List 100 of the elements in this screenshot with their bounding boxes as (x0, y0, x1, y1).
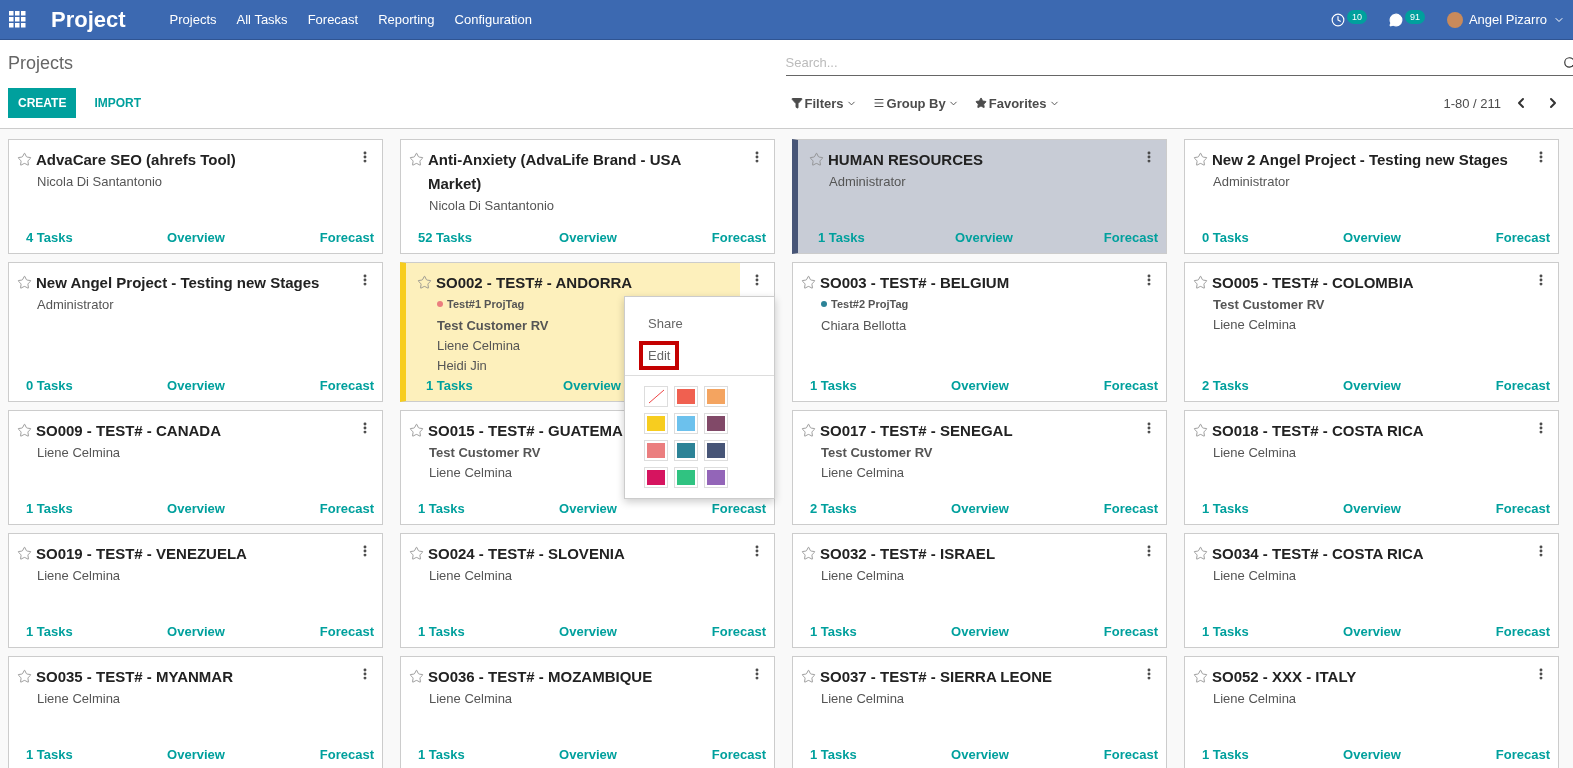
search-option-button[interactable]: Filters (786, 95, 861, 111)
search-field[interactable]: Search... (785, 55, 1563, 70)
color-swatch[interactable] (644, 413, 668, 434)
card-link[interactable]: Forecast (711, 747, 766, 762)
card-link[interactable]: 0 Tasks (1202, 230, 1249, 245)
star-icon[interactable] (801, 423, 816, 438)
card-link[interactable]: Overview (951, 624, 1009, 639)
card-link[interactable]: Forecast (1103, 624, 1158, 639)
star-icon[interactable] (409, 669, 424, 684)
card-link[interactable]: 2 Tasks (810, 501, 857, 516)
color-swatch[interactable] (674, 413, 698, 434)
search-option-button[interactable]: Group By (868, 95, 963, 111)
card-link[interactable]: 1 Tasks (418, 747, 465, 762)
card-link[interactable]: Forecast (1495, 230, 1550, 245)
color-swatch[interactable] (674, 440, 698, 461)
color-swatch[interactable] (704, 413, 728, 434)
card-link[interactable]: 1 Tasks (1202, 747, 1249, 762)
star-icon[interactable] (417, 275, 432, 290)
card-link[interactable]: 1 Tasks (818, 230, 865, 245)
star-icon[interactable] (17, 669, 32, 684)
card-link[interactable]: 1 Tasks (810, 624, 857, 639)
import-button[interactable]: IMPORT (84, 88, 152, 118)
card-link[interactable]: Forecast (319, 501, 374, 516)
card-link[interactable]: Overview (167, 378, 225, 393)
user-avatar[interactable] (1446, 11, 1463, 28)
star-icon[interactable] (409, 546, 424, 561)
nav-menu-item[interactable]: Reporting (378, 12, 435, 27)
star-icon[interactable] (1193, 152, 1208, 167)
card-link[interactable]: Overview (563, 378, 621, 393)
card-link[interactable]: 1 Tasks (418, 624, 465, 639)
card-link[interactable]: Overview (951, 501, 1009, 516)
card-link[interactable]: Overview (167, 624, 225, 639)
card-link[interactable]: Overview (951, 378, 1009, 393)
card-link[interactable]: Forecast (1103, 747, 1158, 762)
search-option-button[interactable]: Favorites (970, 95, 1064, 111)
star-icon[interactable] (1193, 275, 1208, 290)
card-link[interactable]: Overview (951, 747, 1009, 762)
card-link[interactable]: Overview (1343, 230, 1401, 245)
menu-item[interactable]: Edit (639, 341, 680, 370)
chat-icon[interactable] (1388, 12, 1403, 27)
nav-menu-item[interactable]: Forecast (307, 12, 359, 27)
star-icon[interactable] (17, 546, 32, 561)
nav-menu-item[interactable]: Projects (169, 12, 217, 27)
card-link[interactable]: Overview (1343, 501, 1401, 516)
card-link[interactable]: 1 Tasks (426, 378, 473, 393)
color-swatch[interactable] (674, 467, 698, 488)
color-swatch[interactable] (644, 440, 668, 461)
card-link[interactable]: 4 Tasks (26, 230, 73, 245)
card-link[interactable]: 1 Tasks (810, 747, 857, 762)
card-link[interactable]: Overview (167, 747, 225, 762)
card-link[interactable]: Overview (559, 624, 617, 639)
card-link[interactable]: Forecast (319, 624, 374, 639)
card-link[interactable]: 52 Tasks (418, 230, 472, 245)
card-link[interactable]: Forecast (1103, 501, 1158, 516)
no-color-swatch[interactable] (644, 386, 668, 407)
card-link[interactable]: 1 Tasks (26, 747, 73, 762)
search-icon[interactable] (1563, 55, 1573, 70)
star-icon[interactable] (1193, 669, 1208, 684)
star-icon[interactable] (1193, 546, 1208, 561)
card-link[interactable]: Forecast (319, 378, 374, 393)
apps-icon[interactable] (9, 10, 27, 29)
menu-item[interactable]: Share (639, 309, 692, 338)
star-icon[interactable] (17, 152, 32, 167)
card-link[interactable]: 1 Tasks (418, 501, 465, 516)
card-link[interactable]: 1 Tasks (26, 501, 73, 516)
star-icon[interactable] (1193, 423, 1208, 438)
card-link[interactable]: Forecast (319, 747, 374, 762)
star-icon[interactable] (801, 275, 816, 290)
star-icon[interactable] (809, 152, 824, 167)
card-link[interactable]: 1 Tasks (1202, 501, 1249, 516)
clock-icon[interactable] (1330, 12, 1345, 27)
card-link[interactable]: Forecast (1495, 378, 1550, 393)
star-icon[interactable] (801, 669, 816, 684)
card-link[interactable]: Overview (559, 230, 617, 245)
card-link[interactable]: Overview (1343, 378, 1401, 393)
color-swatch[interactable] (644, 467, 668, 488)
card-link[interactable]: 1 Tasks (810, 378, 857, 393)
card-link[interactable]: Overview (559, 747, 617, 762)
star-icon[interactable] (409, 152, 424, 167)
star-icon[interactable] (409, 423, 424, 438)
create-button[interactable]: CREATE (8, 88, 77, 118)
color-swatch[interactable] (704, 440, 728, 461)
star-icon[interactable] (17, 275, 32, 290)
color-swatch[interactable] (704, 467, 728, 488)
card-link[interactable]: Overview (1343, 624, 1401, 639)
card-link[interactable]: Overview (167, 501, 225, 516)
card-link[interactable]: Overview (1343, 747, 1401, 762)
card-link[interactable]: Forecast (1495, 501, 1550, 516)
nav-menu-item[interactable]: Configuration (454, 12, 532, 27)
card-link[interactable]: 0 Tasks (26, 378, 73, 393)
color-swatch[interactable] (704, 386, 728, 407)
card-link[interactable]: Forecast (1495, 747, 1550, 762)
card-link[interactable]: 1 Tasks (1202, 624, 1249, 639)
color-swatch[interactable] (674, 386, 698, 407)
card-link[interactable]: Forecast (711, 230, 766, 245)
card-link[interactable]: Forecast (1103, 230, 1158, 245)
card-link[interactable]: Forecast (711, 624, 766, 639)
card-link[interactable]: Forecast (1103, 378, 1158, 393)
card-link[interactable]: Forecast (711, 501, 766, 516)
star-icon[interactable] (801, 546, 816, 561)
